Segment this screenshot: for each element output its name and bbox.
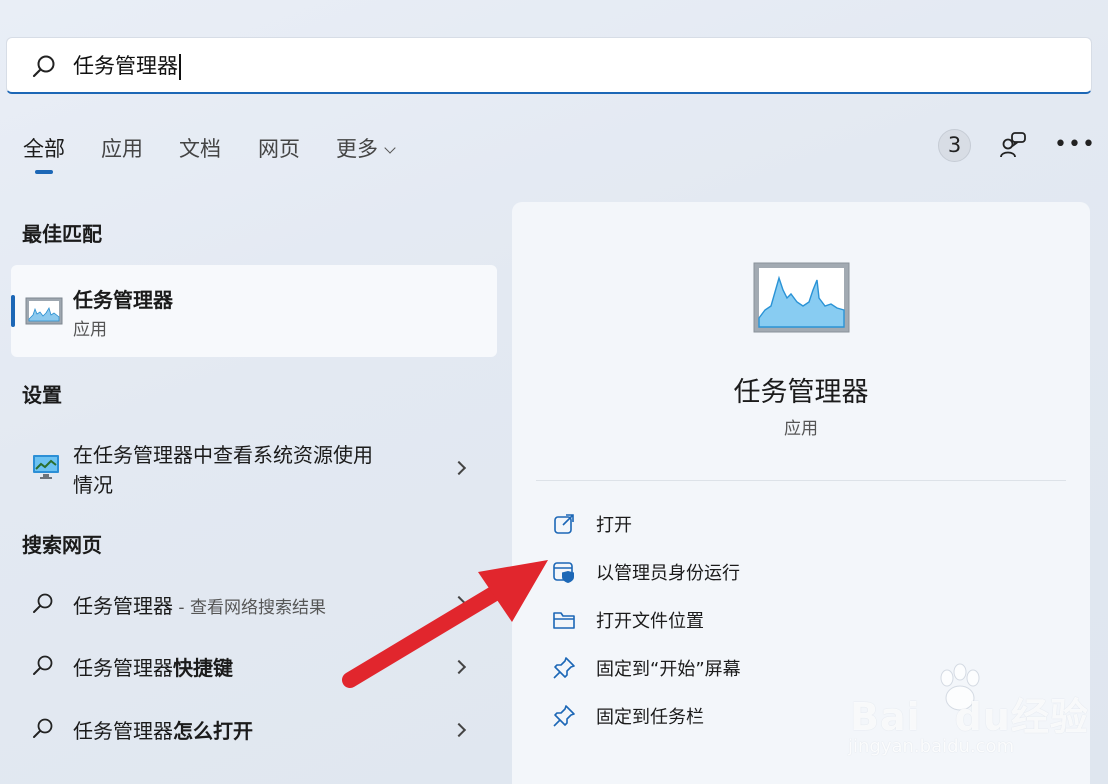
tab-web[interactable]: 网页	[258, 133, 300, 163]
detail-app-name: 任务管理器	[733, 377, 869, 408]
web-result-item[interactable]: 任务管理器快捷键	[11, 648, 497, 684]
tab-all[interactable]: 全部	[23, 133, 65, 163]
detail-app-type: 应用	[784, 419, 818, 439]
tab-more[interactable]: 更多	[336, 133, 396, 163]
search-icon	[33, 655, 53, 675]
best-match-item[interactable]: 任务管理器 应用	[11, 265, 497, 357]
pin-icon	[553, 705, 575, 727]
settings-result-item[interactable]: 在任务管理器中查看系统资源使用 情况	[11, 436, 497, 500]
pin-icon	[553, 657, 575, 679]
web-result-text: 任务管理器快捷键	[73, 656, 233, 680]
action-label: 打开	[596, 515, 632, 536]
chevron-right-icon	[451, 659, 467, 675]
task-manager-icon	[25, 297, 63, 325]
action-open-file-location[interactable]: 打开文件位置	[542, 605, 1042, 635]
web-result-item[interactable]: 任务管理器怎么打开	[11, 711, 497, 747]
selection-indicator	[11, 295, 15, 327]
divider	[536, 480, 1066, 481]
chevron-right-icon	[451, 722, 467, 738]
tab-apps[interactable]: 应用	[101, 133, 143, 163]
chevron-right-icon	[451, 460, 467, 476]
open-external-icon	[554, 514, 574, 534]
tab-documents[interactable]: 文档	[179, 133, 221, 163]
active-tab-indicator	[35, 170, 53, 174]
watermark-brand: Bai du经验	[850, 695, 1089, 739]
rewards-badge[interactable]: 3	[938, 129, 971, 162]
best-match-type: 应用	[73, 320, 107, 340]
search-icon	[33, 593, 53, 613]
search-input[interactable]: 任务管理器	[73, 51, 181, 81]
watermark-url: jingyan.baidu.com	[848, 736, 1015, 757]
action-label: 打开文件位置	[596, 611, 704, 632]
task-manager-large-icon	[753, 262, 850, 333]
action-label: 以管理员身份运行	[596, 563, 740, 584]
settings-result-text: 在任务管理器中查看系统资源使用 情况	[73, 443, 373, 497]
web-result-text: 任务管理器怎么打开	[73, 719, 253, 743]
feedback-people-icon[interactable]	[998, 130, 1028, 160]
monitor-settings-icon	[33, 455, 59, 479]
action-run-as-admin[interactable]: 以管理员身份运行	[542, 557, 1042, 587]
tab-more-label: 更多	[336, 137, 378, 161]
search-icon	[32, 55, 55, 78]
search-box[interactable]: 任务管理器	[6, 37, 1092, 94]
section-search-web: 搜索网页	[22, 533, 102, 557]
admin-shield-icon	[553, 562, 574, 583]
action-open[interactable]: 打开	[542, 509, 1042, 539]
action-label: 固定到任务栏	[596, 707, 704, 728]
section-settings: 设置	[22, 383, 62, 407]
chevron-down-icon	[384, 142, 396, 154]
web-result-text: 任务管理器 - 查看网络搜索结果	[73, 594, 326, 618]
folder-icon	[553, 612, 575, 629]
chevron-right-icon	[451, 595, 467, 611]
section-best-match: 最佳匹配	[22, 222, 102, 246]
search-icon	[33, 718, 53, 738]
text-cursor	[179, 54, 181, 80]
best-match-name: 任务管理器	[73, 288, 173, 312]
web-result-item[interactable]: 任务管理器 - 查看网络搜索结果	[11, 586, 497, 622]
more-options-icon[interactable]: •••	[1054, 134, 1096, 156]
action-label: 固定到“开始”屏幕	[596, 659, 741, 680]
